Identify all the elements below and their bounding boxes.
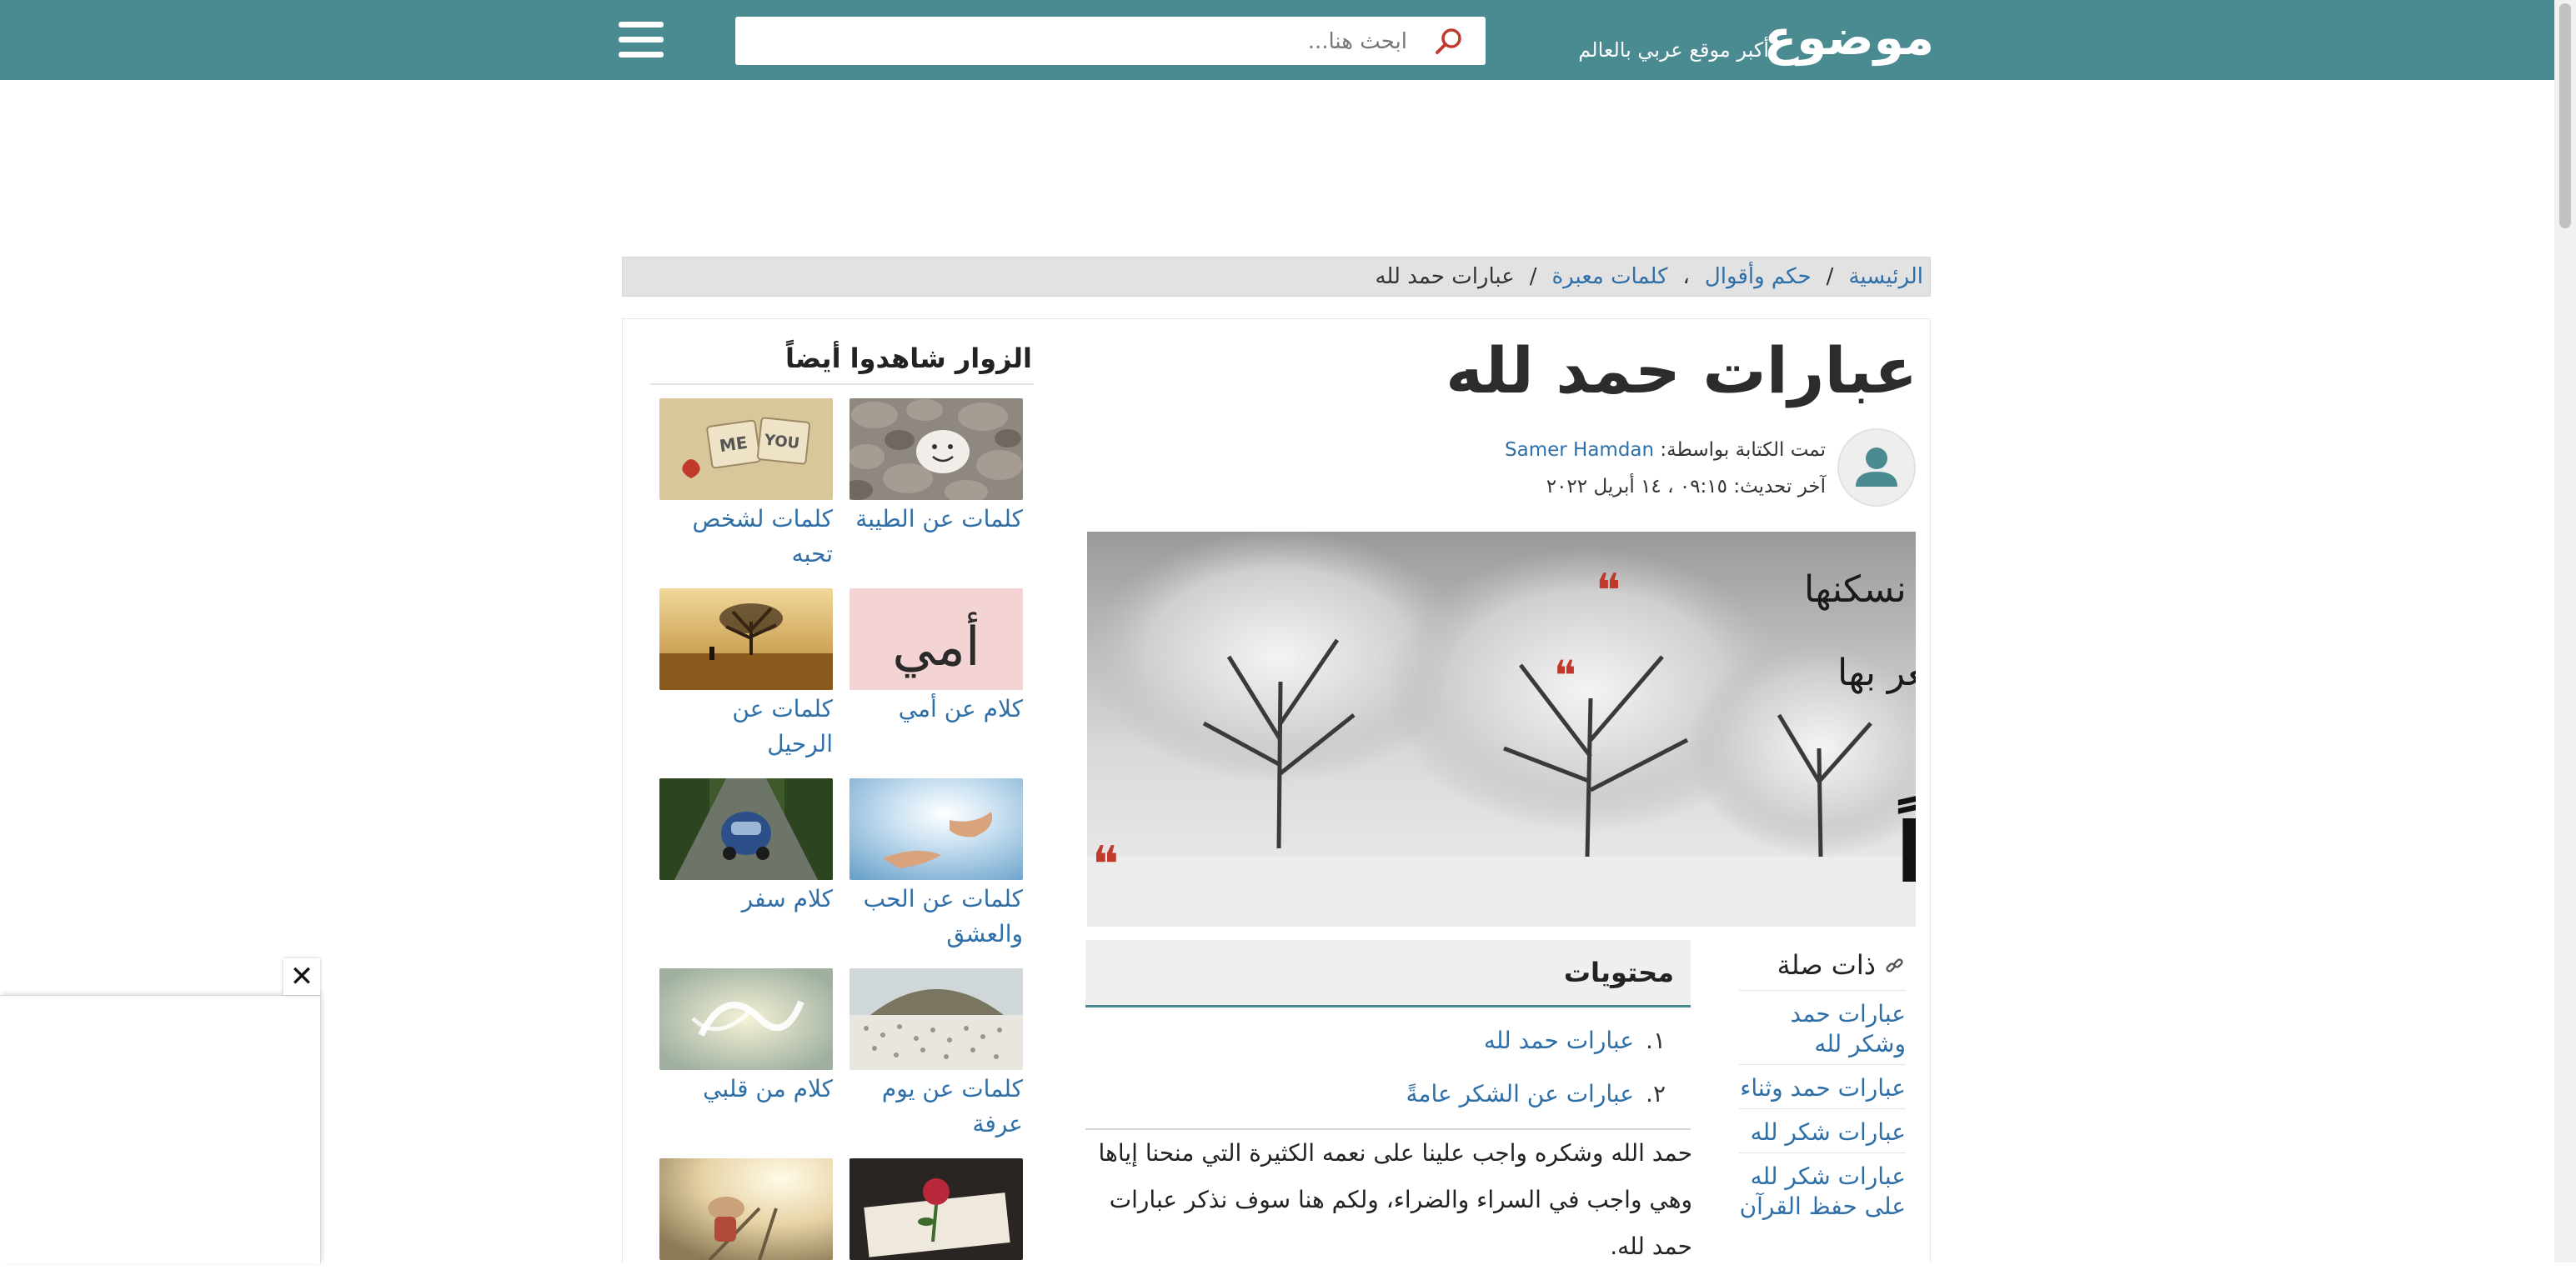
page-scrollbar[interactable] bbox=[2554, 0, 2576, 1262]
breadcrumb-separator: ، bbox=[1682, 264, 1690, 289]
search-input[interactable] bbox=[747, 22, 1409, 62]
toc-item-number: ١. bbox=[1646, 1027, 1666, 1054]
close-icon[interactable]: ✕ bbox=[283, 958, 320, 995]
written-by-label: تمت الكتابة بواسطة: bbox=[1660, 439, 1826, 461]
card-image-crowd[interactable] bbox=[849, 968, 1023, 1070]
last-update-line: آخر تحديث: ٠٩:١٥ ، ١٤ أبريل ٢٠٢٢ bbox=[1301, 470, 1826, 503]
search-box bbox=[735, 17, 1486, 65]
breadcrumb-wisdom[interactable]: حكم وأقوال bbox=[1705, 264, 1812, 289]
toc-item-link[interactable]: عبارات عن الشكر عامةً bbox=[1406, 1080, 1635, 1108]
card-label[interactable]: كلام سفر bbox=[659, 882, 833, 917]
author-line: تمت الكتابة بواسطة: Samer Hamdan bbox=[1301, 433, 1826, 467]
related-title: ذات صلة bbox=[1777, 949, 1876, 981]
toc-title: محتويات bbox=[1563, 957, 1674, 988]
svg-text:ME: ME bbox=[718, 432, 749, 456]
site-tagline: أكبر موقع عربي بالعالم bbox=[1578, 38, 1769, 62]
card-label[interactable]: كلمات عن الرحيل bbox=[659, 692, 833, 762]
breadcrumb-expressive-words[interactable]: كلمات معبرة bbox=[1552, 264, 1668, 289]
card-label[interactable]: كلام عن أمي bbox=[849, 692, 1023, 727]
divider bbox=[650, 383, 1034, 385]
hero-quote-mark: ❝ bbox=[1554, 652, 1576, 700]
related-links: ذات صلة عبارات حمد وشكر لله عبارات حمد و… bbox=[1739, 940, 1906, 1227]
related-item[interactable]: عبارات حمد وشكر لله bbox=[1739, 990, 1906, 1064]
logo-text: موضوع bbox=[1763, 9, 1934, 66]
article-paragraph: حمد الله وشكره واجب علينا على نعمه الكثي… bbox=[1098, 1139, 1692, 1260]
toc-item: ٢. عبارات عن الشكر عامةً bbox=[1085, 1073, 1691, 1115]
card-image-rose[interactable] bbox=[849, 1158, 1023, 1260]
card-image-rails[interactable] bbox=[659, 1158, 833, 1260]
card-label[interactable]: كلام من قلبي bbox=[659, 1072, 833, 1107]
related-header: ذات صلة bbox=[1739, 940, 1906, 990]
user-icon bbox=[1856, 448, 1897, 487]
toc-item-number: ٢. bbox=[1646, 1080, 1666, 1108]
card-image-hands[interactable] bbox=[849, 778, 1023, 880]
card-image-calligraphy-light[interactable] bbox=[659, 968, 833, 1070]
author-avatar bbox=[1837, 428, 1916, 507]
floating-ad-panel bbox=[0, 995, 321, 1263]
related-item[interactable]: عبارات شكر لله على حفظ القرآن bbox=[1739, 1152, 1906, 1227]
related-item[interactable]: عبارات شكر لله bbox=[1739, 1108, 1906, 1152]
site-logo[interactable]: موضوع bbox=[1764, 8, 1934, 67]
table-of-contents: محتويات bbox=[1085, 940, 1691, 1008]
sidebar-title: الزوار شاهدوا أيضاً bbox=[785, 342, 1032, 374]
card-image-tree[interactable] bbox=[659, 588, 833, 690]
related-item[interactable]: عبارات حمد وثناء bbox=[1739, 1064, 1906, 1108]
scrollbar-thumb[interactable] bbox=[2559, 3, 2571, 228]
hero-quote-mark: ❝ bbox=[1092, 836, 1119, 894]
author-name[interactable]: Samer Hamdan bbox=[1505, 439, 1654, 461]
breadcrumb-home[interactable]: الرئيسية bbox=[1848, 264, 1923, 289]
hamburger-menu-icon[interactable] bbox=[619, 22, 664, 58]
breadcrumb-current: عبارات حمد لله bbox=[1375, 264, 1515, 289]
breadcrumb-separator: / bbox=[1826, 264, 1834, 289]
breadcrumb-separator: / bbox=[1529, 264, 1537, 289]
last-update-date: ٠٩:١٥ ، ١٤ أبريل ٢٠٢٢ bbox=[1546, 476, 1728, 498]
card-label[interactable]: كلمات عن الطيبة bbox=[849, 502, 1023, 537]
last-update-label: آخر تحديث: bbox=[1733, 476, 1826, 498]
card-image-pebbles[interactable] bbox=[849, 398, 1023, 500]
toc-item-link[interactable]: عبارات حمد لله bbox=[1484, 1027, 1634, 1054]
card-label[interactable]: كلمات لشخص تحبه bbox=[659, 502, 833, 572]
hero-quote-mark: ❝ bbox=[1596, 564, 1621, 618]
breadcrumb: الرئيسية / حكم وأقوال ، كلمات معبرة / عبارات ح… bbox=[622, 257, 1931, 297]
toc-item: ١. عبارات حمد لله bbox=[1085, 1020, 1691, 1062]
svg-text:أمي: أمي bbox=[892, 612, 980, 678]
card-image-calligraphy[interactable]: أمي bbox=[849, 588, 1023, 690]
link-icon bbox=[1886, 958, 1903, 972]
hero-image: ❝ ❝ ❝ ونعم نسكنها ونعم لا نشعر بها الحمد… bbox=[1087, 532, 1916, 927]
card-label[interactable]: كلمات عن يوم عرفة bbox=[849, 1072, 1023, 1142]
card-image-car[interactable] bbox=[659, 778, 833, 880]
article-title: عبارات حمد لله bbox=[1446, 333, 1917, 408]
search-icon[interactable] bbox=[1432, 25, 1466, 58]
hero-line-2: ونعم لا نشعر بها bbox=[1837, 652, 1916, 694]
card-label[interactable]: كلمات عن الحب والعشق bbox=[849, 882, 1023, 952]
card-image-me-you[interactable]: ME YOU bbox=[659, 398, 833, 500]
hero-line-3: الحمد لله دائماً وأبداً bbox=[1896, 794, 1916, 902]
hero-line-1: ونعم نسكنها bbox=[1804, 568, 1916, 611]
